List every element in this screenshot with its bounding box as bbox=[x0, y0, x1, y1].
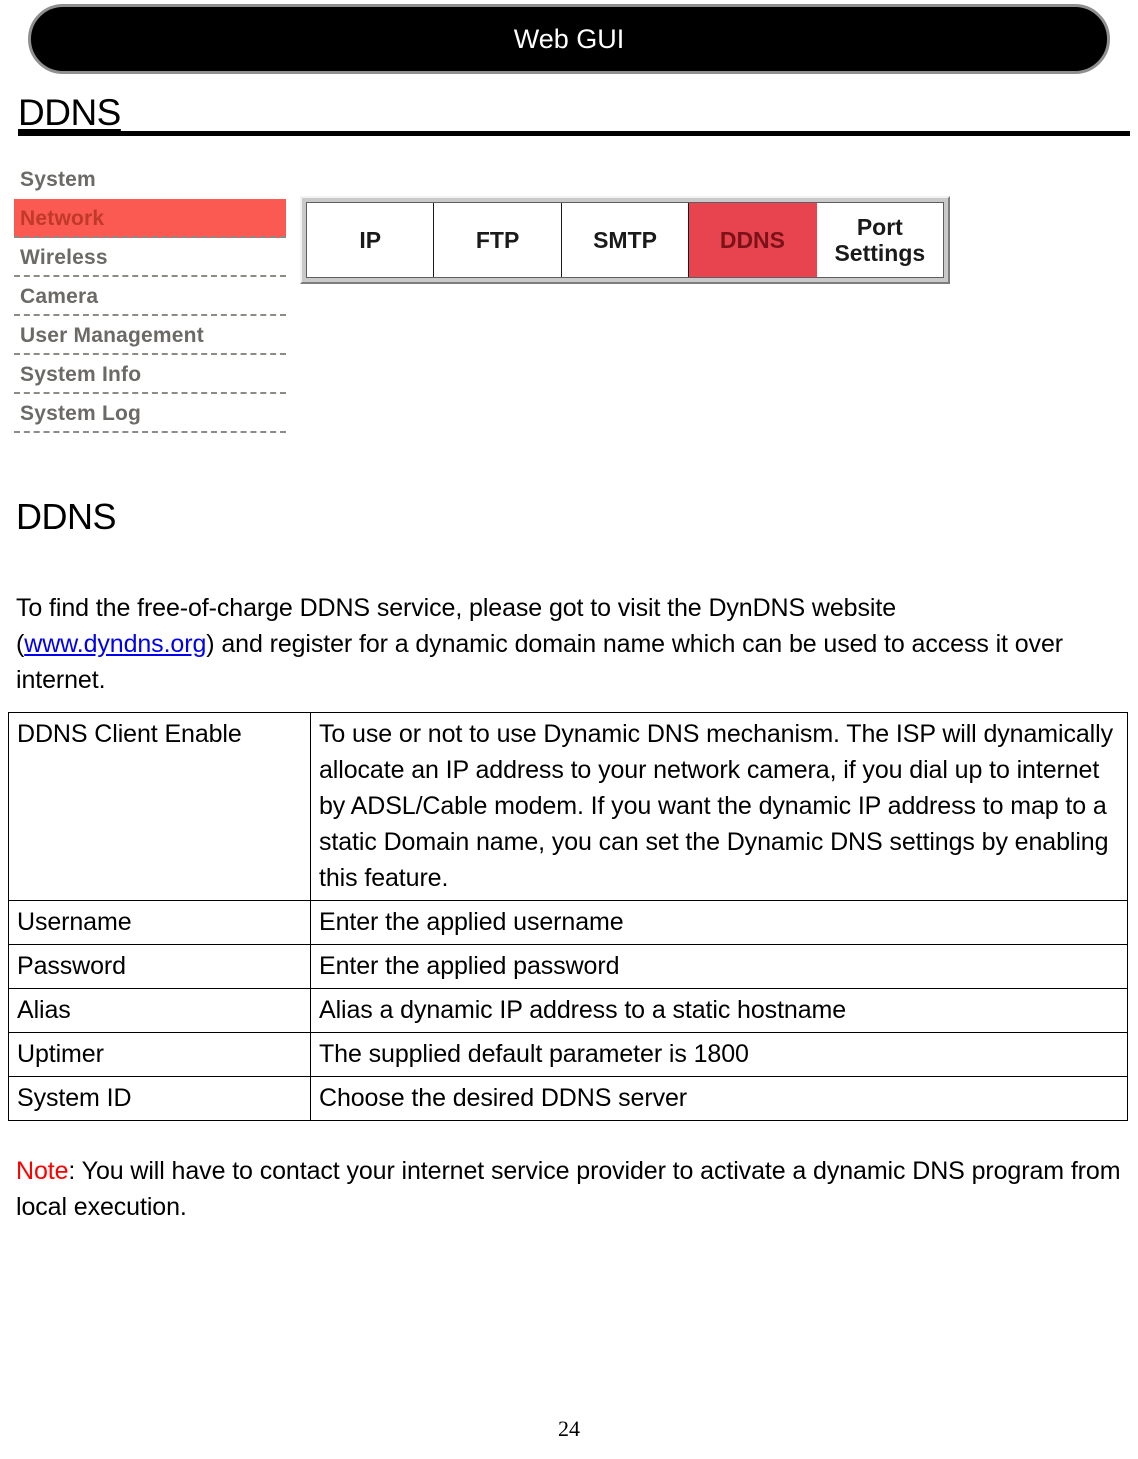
table-cell-key: DDNS Client Enable bbox=[8, 712, 311, 901]
sidebar-item-label: User Management bbox=[20, 324, 204, 347]
ddns-settings-table: DDNS Client Enable To use or not to use … bbox=[8, 712, 1128, 1121]
table-cell-value: To use or not to use Dynamic DNS mechani… bbox=[310, 712, 1128, 901]
tab-smtp[interactable]: SMTP bbox=[561, 203, 690, 277]
table-row: Password Enter the applied password bbox=[8, 944, 1128, 989]
table-cell-key: System ID bbox=[8, 1076, 311, 1121]
table-cell-value: Alias a dynamic IP address to a static h… bbox=[310, 988, 1128, 1033]
table-cell-value: The supplied default parameter is 1800 bbox=[310, 1032, 1128, 1077]
dyndns-website-link[interactable]: www.dyndns.org bbox=[24, 630, 206, 658]
tab-ip[interactable]: IP bbox=[307, 203, 435, 277]
tab-ddns[interactable]: DDNS bbox=[689, 203, 817, 277]
sidebar-item-label: System Log bbox=[20, 402, 142, 425]
ddns-section-heading: DDNS bbox=[16, 496, 117, 537]
sidebar-item-label: Wireless bbox=[20, 246, 108, 269]
table-cell-key: Password bbox=[8, 944, 311, 989]
web-gui-header-banner: Web GUI bbox=[28, 4, 1110, 74]
gui-tab-strip: IP FTP SMTP DDNS Port Settings bbox=[300, 196, 950, 284]
sidebar-item-camera[interactable]: Camera bbox=[14, 277, 286, 316]
sidebar-item-user-management[interactable]: User Management bbox=[14, 316, 286, 355]
table-row: Uptimer The supplied default parameter i… bbox=[8, 1032, 1128, 1077]
sidebar-item-system-log[interactable]: System Log bbox=[14, 394, 286, 433]
note-label: Note bbox=[16, 1157, 69, 1185]
table-row: Alias Alias a dynamic IP address to a st… bbox=[8, 988, 1128, 1033]
table-cell-key: Username bbox=[8, 900, 311, 945]
sidebar-item-label: System bbox=[20, 168, 96, 191]
sidebar-divider bbox=[14, 431, 286, 433]
sidebar-item-system-info[interactable]: System Info bbox=[14, 355, 286, 394]
sidebar-item-wireless[interactable]: Wireless bbox=[14, 238, 286, 277]
note-text: : You will have to contact your internet… bbox=[16, 1157, 1121, 1221]
sidebar-item-system[interactable]: System bbox=[14, 160, 286, 199]
table-row: Username Enter the applied username bbox=[8, 900, 1128, 945]
sidebar-item-network[interactable]: Network bbox=[14, 199, 286, 238]
section-title-divider bbox=[18, 131, 1130, 136]
table-cell-key: Uptimer bbox=[8, 1032, 311, 1077]
table-cell-key: Alias bbox=[8, 988, 311, 1033]
ddns-intro-paragraph: To find the free-of-charge DDNS service,… bbox=[16, 590, 1091, 698]
note-paragraph: Note: You will have to contact your inte… bbox=[16, 1153, 1126, 1225]
page-number: 24 bbox=[558, 1416, 580, 1441]
table-row: System ID Choose the desired DDNS server bbox=[8, 1076, 1128, 1121]
table-cell-value: Choose the desired DDNS server bbox=[310, 1076, 1128, 1121]
tab-ftp[interactable]: FTP bbox=[434, 203, 562, 277]
sidebar-item-label: System Info bbox=[20, 363, 142, 386]
table-cell-value: Enter the applied username bbox=[310, 900, 1128, 945]
web-gui-header-title: Web GUI bbox=[513, 23, 625, 54]
page-title: DDNS bbox=[18, 92, 121, 133]
tab-port-settings[interactable]: Port Settings bbox=[816, 203, 944, 277]
sidebar-item-label: Network bbox=[20, 207, 105, 230]
section-title-container: DDNS bbox=[18, 92, 1130, 133]
table-cell-value: Enter the applied password bbox=[310, 944, 1128, 989]
sidebar-item-label: Camera bbox=[20, 285, 99, 308]
web-gui-screenshot-figure: System Network Wireless Camera User Mana… bbox=[0, 158, 1138, 448]
gui-tab-strip-inner: IP FTP SMTP DDNS Port Settings bbox=[306, 202, 944, 278]
table-row: DDNS Client Enable To use or not to use … bbox=[8, 712, 1128, 901]
gui-sidebar: System Network Wireless Camera User Mana… bbox=[14, 160, 286, 433]
